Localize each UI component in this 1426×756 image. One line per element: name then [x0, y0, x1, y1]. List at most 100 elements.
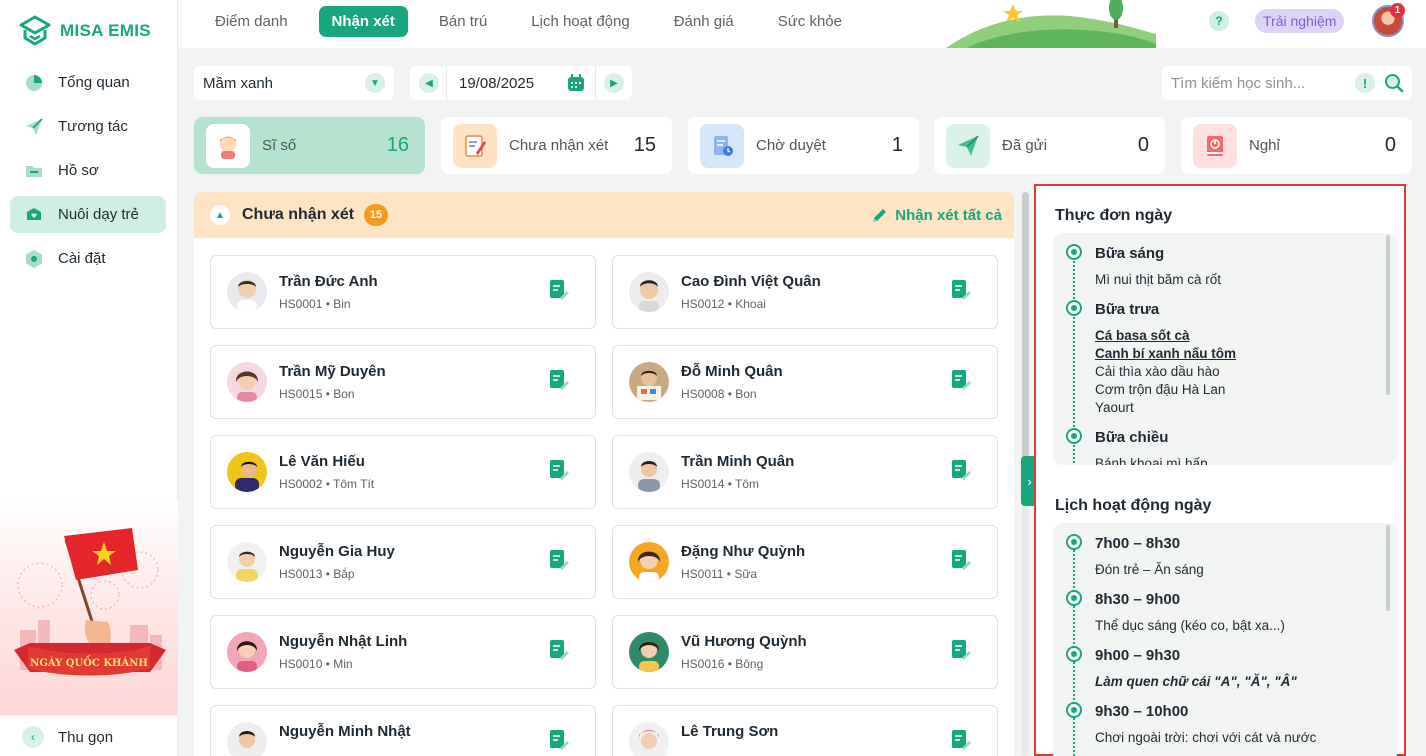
sidebar-item-settings[interactable]: Cài đặt [10, 240, 166, 277]
edit-comment-icon[interactable] [547, 728, 571, 752]
edit-comment-icon[interactable] [547, 458, 571, 482]
student-card[interactable]: Trần Mỹ Duyên HS0015 • Bon [210, 345, 596, 419]
sidebar-item-overview[interactable]: Tổng quan [10, 64, 166, 101]
menu-scrollbar[interactable] [1386, 235, 1390, 395]
meal-name: Bữa chiều [1095, 429, 1169, 446]
daily-info-panel: Thực đơn ngày Bữa sáng Mì nui thịt băm c… [1034, 184, 1406, 756]
app-logo[interactable]: MISA EMIS [18, 14, 151, 48]
edit-comment-icon[interactable] [949, 728, 973, 752]
chevron-up-icon[interactable]: ▲ [210, 205, 230, 225]
tab-attendance[interactable]: Điểm danh [202, 6, 301, 37]
exclamation-icon[interactable]: ! [1355, 73, 1375, 93]
dish-link[interactable]: Canh bí xanh nấu tôm [1095, 345, 1236, 363]
meal-name: Bữa trưa [1095, 301, 1160, 318]
tab-boarding[interactable]: Bán trú [426, 6, 500, 37]
stat-value: 15 [633, 134, 656, 156]
student-card[interactable]: Nguyễn Minh Nhật [210, 705, 596, 756]
sidebar-item-label: Cài đặt [58, 250, 106, 267]
stat-label: Chờ duyệt [756, 137, 826, 154]
menu-box: Bữa sáng Mì nui thịt băm cà rốt Bữa trưa… [1053, 233, 1397, 465]
edit-comment-icon[interactable] [547, 278, 571, 302]
calendar-icon[interactable] [566, 73, 586, 93]
schedule-scrollbar[interactable] [1386, 525, 1390, 611]
menu-title: Thực đơn ngày [1055, 207, 1173, 224]
sidebar-item-records[interactable]: Hồ sơ [10, 152, 166, 189]
comment-all-button[interactable]: Nhận xét tất cả [871, 206, 1002, 224]
stat-absent[interactable]: Nghỉ 0 [1181, 117, 1412, 174]
stat-not-commented[interactable]: Chưa nhận xét 15 [441, 117, 672, 174]
edit-comment-icon[interactable] [949, 278, 973, 302]
tab-activity-schedule[interactable]: Lịch hoạt động [518, 6, 642, 37]
student-card[interactable]: Lê Văn Hiếu HS0002 • Tôm Tít [210, 435, 596, 509]
edit-comment-icon[interactable] [949, 458, 973, 482]
help-button[interactable]: ? [1209, 11, 1229, 31]
logo-icon [19, 15, 51, 46]
edit-comment-icon[interactable] [949, 548, 973, 572]
student-card[interactable]: Nguyễn Nhật Linh HS0010 • Min [210, 615, 596, 689]
edit-comment-icon[interactable] [547, 548, 571, 572]
search-icon[interactable] [1384, 73, 1404, 93]
edit-comment-icon[interactable] [547, 638, 571, 662]
student-name: Đặng Như Quỳnh [681, 543, 806, 560]
student-code: HS0011 • Sữa [681, 567, 758, 581]
heart-icon [24, 205, 44, 225]
student-card[interactable]: Trần Đức Anh HS0001 • Bin [210, 255, 596, 329]
student-avatar [227, 632, 267, 672]
send-icon [946, 124, 990, 168]
prev-date-button[interactable]: ◀ [419, 73, 439, 93]
sidebar-item-childcare[interactable]: Nuôi dạy trẻ [10, 196, 166, 233]
next-date-button[interactable]: ▶ [604, 73, 624, 93]
tab-health[interactable]: Sức khỏe [765, 6, 855, 37]
stat-sent[interactable]: Đã gửi 0 [934, 117, 1165, 174]
collapse-sidebar-button[interactable]: ‹ Thu gọn [22, 726, 113, 748]
edit-comment-icon[interactable] [547, 368, 571, 392]
stat-pending-approval[interactable]: Chờ duyệt 1 [688, 117, 919, 174]
tab-comments[interactable]: Nhận xét [318, 6, 408, 37]
tab-evaluation[interactable]: Đánh giá [661, 6, 747, 37]
gear-icon [24, 249, 44, 269]
clipboard-pen-icon [453, 124, 497, 168]
date-value[interactable]: 19/08/2025 [459, 75, 534, 92]
meal-name: Bữa sáng [1095, 245, 1165, 262]
notification-badge: 1 [1390, 3, 1405, 18]
edit-comment-icon[interactable] [949, 368, 973, 392]
sidebar: MISA EMIS Tổng quan Tương tác Hồ sơ Nuôi… [0, 0, 178, 756]
student-name: Đỗ Minh Quân [681, 363, 783, 380]
student-card[interactable]: Vũ Hương Quỳnh HS0016 • Bông [612, 615, 998, 689]
search-input[interactable] [1171, 74, 1351, 92]
edit-comment-icon[interactable] [949, 638, 973, 662]
student-card[interactable]: Cao Đình Việt Quân HS0012 • Khoai [612, 255, 998, 329]
scroll-thumb[interactable] [1022, 192, 1029, 492]
trial-button[interactable]: Trải nghiệm [1255, 9, 1345, 33]
paper-plane-icon [24, 117, 44, 137]
dish: Cơm trộn đậu Hà Lan [1095, 382, 1226, 397]
student-name: Lê Văn Hiếu [279, 453, 365, 470]
dish-link[interactable]: Cá basa sốt cà [1095, 327, 1190, 345]
student-avatar [629, 632, 669, 672]
sidebar-item-label: Nuôi dạy trẻ [58, 206, 139, 223]
schedule-box: 7h00 – 8h30 Đón trẻ – Ăn sáng 8h30 – 9h0… [1053, 523, 1397, 756]
class-select[interactable]: Mầm xanh ▼ [194, 66, 394, 100]
national-day-banner: NGÀY QUỐC KHÁNH [0, 500, 178, 715]
student-avatar [629, 452, 669, 492]
sidebar-item-interaction[interactable]: Tương tác [10, 108, 166, 145]
student-card[interactable]: Đỗ Minh Quân HS0008 • Bon [612, 345, 998, 419]
student-code: HS0001 • Bin [279, 297, 351, 311]
stat-class-size[interactable]: Sĩ số 16 [194, 117, 425, 174]
timeline-dot [1066, 646, 1082, 662]
student-card[interactable]: Trần Minh Quân HS0014 • Tôm [612, 435, 998, 509]
section-count-badge: 15 [364, 204, 388, 226]
top-bar: Điểm danh Nhận xét Bán trú Lịch hoạt độn… [178, 0, 1426, 48]
folder-icon [24, 161, 44, 181]
timeline-dot [1066, 244, 1082, 260]
student-name: Trần Mỹ Duyên [279, 363, 386, 380]
chevron-left-icon: ‹ [22, 726, 44, 748]
timeline-dot [1066, 590, 1082, 606]
student-card[interactable]: Lê Trung Sơn [612, 705, 998, 756]
student-code: HS0013 • Bắp [279, 567, 355, 581]
stat-value: 0 [1137, 134, 1149, 156]
student-card[interactable]: Đặng Như Quỳnh HS0011 • Sữa [612, 525, 998, 599]
student-list: Trần Đức Anh HS0001 • Bin Cao Đình Việt … [194, 238, 1014, 756]
student-card[interactable]: Nguyễn Gia Huy HS0013 • Bắp [210, 525, 596, 599]
student-name: Cao Đình Việt Quân [681, 273, 821, 290]
